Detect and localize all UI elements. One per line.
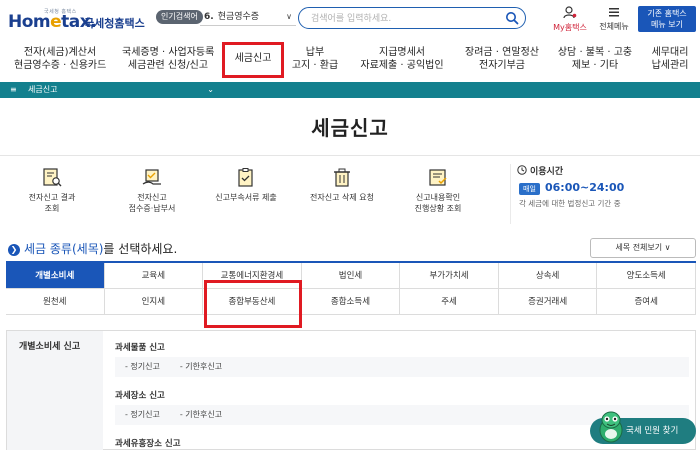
tax-type-heading: ❯ 세금 종류(세목)를 선택하세요.	[8, 240, 177, 257]
tax-tab-stamp[interactable]: 인지세	[104, 289, 204, 315]
tax-tab-individual-consumption[interactable]: 개별소비세	[6, 263, 105, 289]
tax-tab-corporate[interactable]: 법인세	[301, 263, 401, 289]
hometax-logo[interactable]: 국세청 홈택스 Hometax. 국세청홈택스	[8, 8, 148, 32]
search-box	[298, 7, 526, 29]
nav-tax-certificate[interactable]: 국세증명 · 사업자등록 세금관련 신청/신고	[122, 46, 214, 76]
nav-payment[interactable]: 납부 고지 · 환급	[290, 46, 340, 76]
link-regular-filing[interactable]: - 정기신고	[125, 362, 160, 371]
tax-tab-global-income[interactable]: 종합소득세	[301, 289, 401, 315]
chevron-down-icon: ⌄	[207, 85, 214, 94]
usage-time-panel: 이용시간 매일 06:00~24:00 각 세금에 대한 법정신고 기간 중	[510, 164, 696, 224]
document-search-icon	[43, 168, 62, 187]
view-all-tax-types-button[interactable]: 세목 전체보기 ∨	[590, 238, 696, 258]
tax-tab-gift[interactable]: 증여세	[597, 289, 696, 315]
search-icon[interactable]	[505, 11, 519, 25]
clipboard-icon	[238, 168, 253, 187]
service-progress-lookup[interactable]: 신고내용확인 진행상황 조회	[398, 168, 478, 214]
service-attachment-submit-line1: 신고부속서류 제출	[215, 193, 277, 202]
group-row-taxable-goods: - 정기신고 - 기한후신고	[115, 357, 689, 377]
content-side-label: 개별소비세 신고	[7, 331, 103, 450]
nav-e-invoice[interactable]: 전자(세금)계산서 현금영수증 · 신용카드	[14, 46, 106, 76]
my-hometax-label: My홈택스	[553, 23, 587, 32]
service-receipt-bill-line2: 접수증·납부서	[128, 204, 176, 213]
popular-search-select[interactable]: 6. 현금영수증 ∨	[200, 8, 296, 26]
my-hometax-button[interactable]: My홈택스	[552, 6, 588, 33]
link-late-filing[interactable]: - 기한후신고	[180, 410, 222, 419]
tax-tab-securities-transaction[interactable]: 증권거래세	[498, 289, 598, 315]
service-delete-request[interactable]: 전자신고 삭제 요청	[302, 168, 382, 203]
old-hometax-line1: 기존 홈택스	[647, 9, 687, 18]
tax-tab-education[interactable]: 교육세	[104, 263, 204, 289]
hand-document-icon	[142, 169, 161, 185]
logo-korean-text: 국세청홈택스	[84, 17, 145, 30]
nav-incentive[interactable]: 장려금 · 연말정산 전자기부금	[460, 46, 544, 76]
document-check-icon	[429, 169, 447, 186]
nav-consultation[interactable]: 상담 · 불복 · 고충 제보 · 기타	[554, 46, 636, 76]
usage-time-description: 각 세금에 대한 법정신고 기간 중	[519, 199, 621, 208]
group-title-entertainment-place: 과세유흥장소 신고	[115, 439, 181, 449]
breadcrumb-dropdown[interactable]: ≡ 세금신고 ⌄	[6, 82, 220, 98]
service-attachment-submit[interactable]: 신고부속서류 제출	[206, 168, 286, 203]
usage-time-value: 06:00~24:00	[545, 181, 625, 194]
chevron-circle-icon: ❯	[8, 244, 20, 256]
service-receipt-bill[interactable]: 전자신고 접수증·납부서	[112, 168, 192, 214]
tax-tab-vat[interactable]: 부가가치세	[400, 263, 499, 289]
trash-icon	[334, 168, 350, 187]
search-input[interactable]	[311, 11, 491, 26]
popular-search-badge: 인기검색어	[156, 10, 203, 24]
service-result-lookup[interactable]: 전자신고 결과 조회	[12, 168, 92, 214]
tax-tab-capital-gains[interactable]: 양도소득세	[597, 263, 696, 289]
link-late-filing[interactable]: - 기한후신고	[180, 362, 222, 371]
nav-tax-filing-highlight	[222, 42, 284, 78]
link-regular-filing[interactable]: - 정기신고	[125, 410, 160, 419]
old-hometax-menu-button[interactable]: 기존 홈택스 메뉴 보기	[638, 6, 696, 32]
service-delete-request-line1: 전자신고 삭제 요청	[310, 193, 374, 202]
tax-tab-withholding[interactable]: 원천세	[6, 289, 105, 315]
main-navigation: 전자(세금)계산서 현금영수증 · 신용카드 국세증명 · 사업자등록 세금관련 신…	[0, 38, 700, 82]
all-menu-label: 전체메뉴	[599, 22, 629, 31]
old-hometax-line2: 메뉴 보기	[651, 20, 683, 29]
tax-tab-liquor[interactable]: 주세	[400, 289, 499, 315]
group-title-taxable-goods: 과세물품 신고	[115, 343, 165, 353]
popular-search-number: 6.	[204, 12, 214, 22]
user-icon	[563, 6, 577, 19]
page-title: 세금신고	[311, 116, 389, 140]
service-result-lookup-line1: 전자신고 결과	[28, 193, 76, 202]
nav-payment-statement[interactable]: 지급명세서 자료제출 · 공익법인	[356, 46, 448, 76]
tax-type-grid: 개별소비세 교육세 교통에너지환경세 법인세 부가가치세 상속세 양도소득세 원…	[6, 261, 696, 315]
service-progress-lookup-line1: 신고내용확인	[415, 193, 461, 202]
chevron-down-icon: ∨	[286, 12, 292, 21]
tax-tab-highlight	[204, 280, 302, 328]
usage-time-title: 이용시간	[517, 164, 563, 177]
service-receipt-bill-line1: 전자신고	[137, 193, 167, 202]
service-result-lookup-line2: 조회	[44, 204, 60, 213]
logo-wordmark: Hometax.	[8, 12, 97, 32]
usage-time-badge: 매일	[519, 183, 540, 195]
tax-tab-inheritance[interactable]: 상속세	[498, 263, 598, 289]
breadcrumb-bar: ≡ 세금신고 ⌄	[0, 82, 700, 98]
hamburger-menu-icon	[609, 8, 619, 17]
group-title-taxable-place: 과세장소 신고	[115, 391, 165, 401]
all-menu-button[interactable]: 전체메뉴	[596, 6, 632, 32]
header: 국세청 홈택스 Hometax. 국세청홈택스 인기검색어 6. 현금영수증 ∨ …	[0, 0, 700, 38]
clock-icon	[517, 165, 527, 175]
popular-search-value: 현금영수증	[217, 12, 260, 22]
service-progress-lookup-line2: 진행상황 조회	[414, 204, 462, 213]
nav-tax-agent[interactable]: 세무대리 납세관리	[644, 46, 696, 76]
list-icon: ≡	[10, 85, 17, 94]
breadcrumb-label: 세금신고	[28, 85, 58, 94]
mascot-icon	[599, 411, 623, 443]
